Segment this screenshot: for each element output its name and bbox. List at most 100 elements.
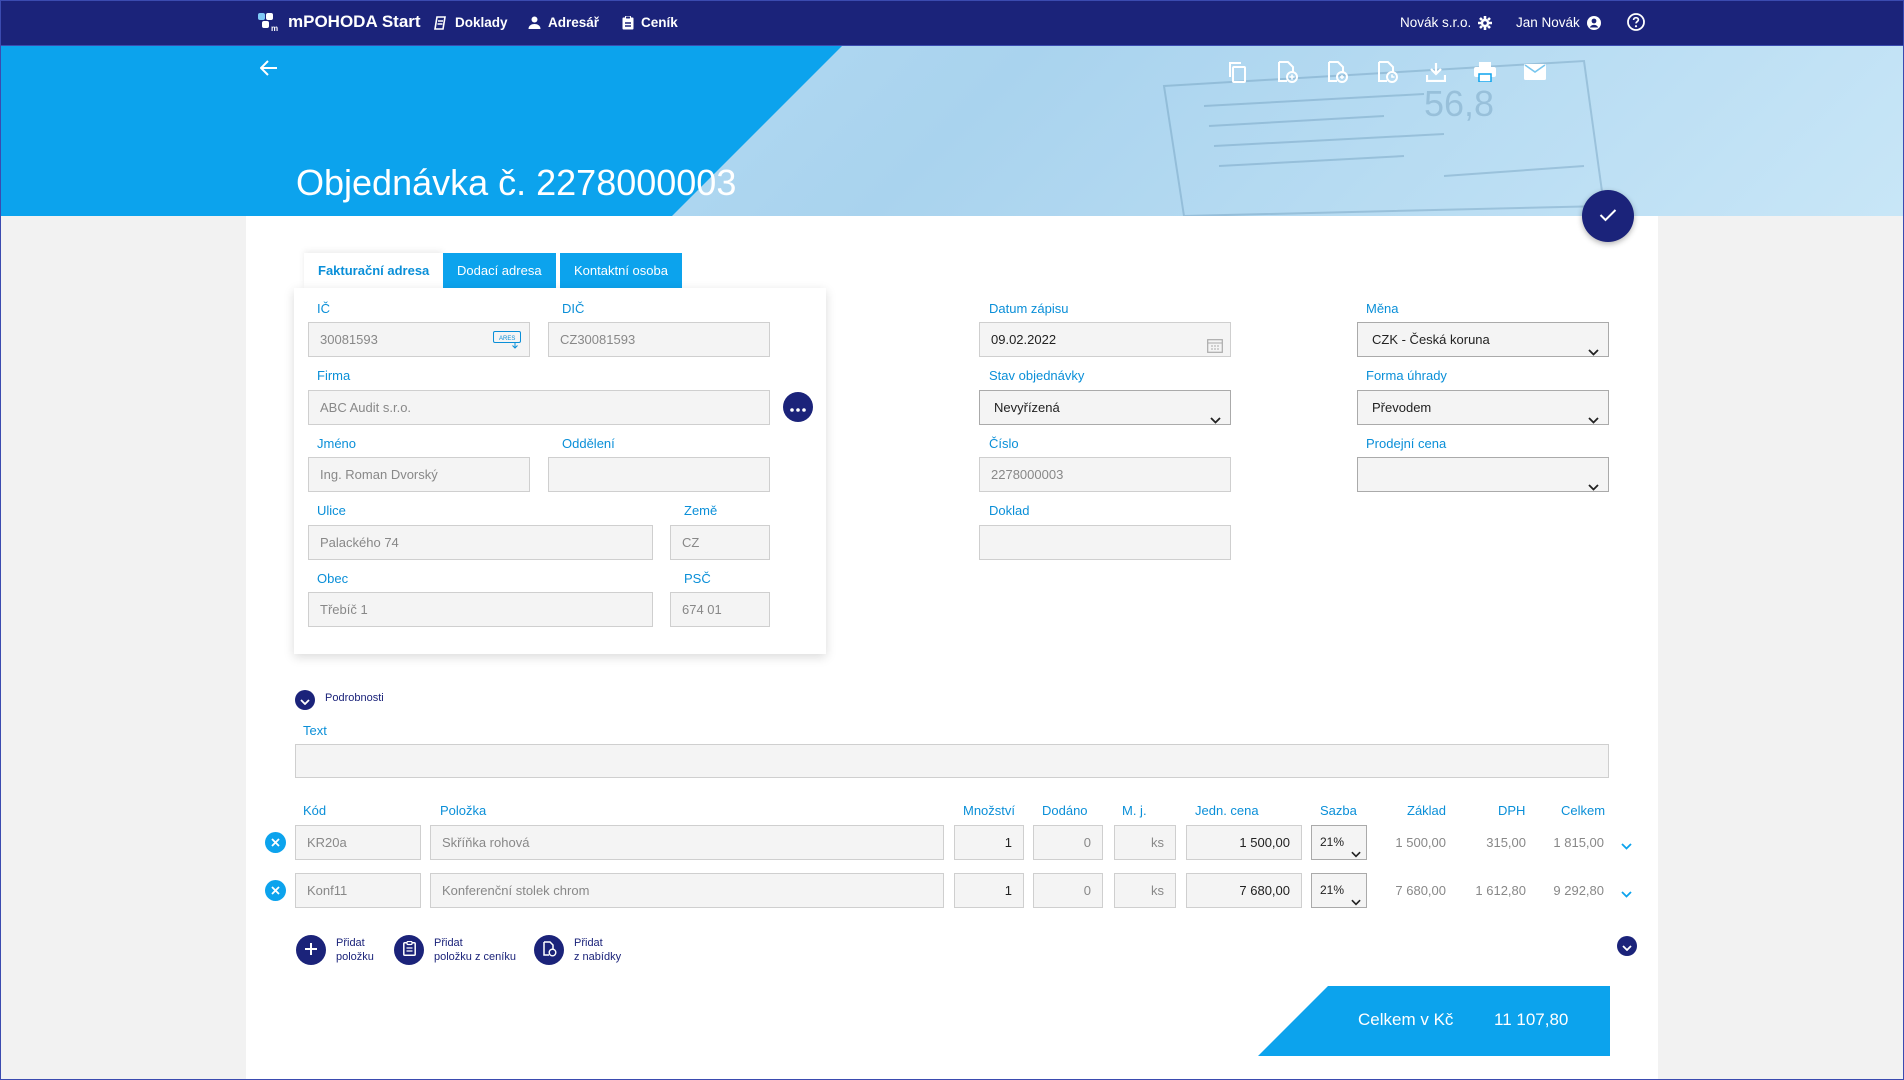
add-pricelist-label-line2: položku z ceníku bbox=[434, 951, 516, 963]
email-button[interactable] bbox=[1521, 58, 1549, 86]
uhrada-label: Forma úhrady bbox=[1366, 368, 1447, 383]
item-mj-input[interactable]: ks bbox=[1114, 873, 1176, 908]
nav-cenik[interactable]: Ceník bbox=[622, 15, 678, 30]
cislo-input[interactable]: 2278000003 bbox=[979, 457, 1231, 492]
chevron-down-icon bbox=[1621, 838, 1632, 853]
help-circle-icon bbox=[1627, 13, 1645, 31]
col-polozka: Položka bbox=[440, 803, 487, 818]
datum-label: Datum zápisu bbox=[989, 301, 1069, 316]
zeme-input[interactable]: CZ bbox=[670, 525, 770, 560]
item-expand-button[interactable] bbox=[1621, 886, 1632, 901]
ulice-input[interactable]: Palackého 74 bbox=[308, 525, 653, 560]
mena-select[interactable]: CZK - Česká koruna bbox=[1357, 322, 1609, 357]
doklad-input[interactable] bbox=[979, 525, 1231, 560]
ares-icon: ARES bbox=[493, 331, 521, 349]
tab-billing-address[interactable]: Fakturační adresa bbox=[304, 253, 444, 289]
calendar-icon[interactable] bbox=[1207, 332, 1223, 356]
firma-input[interactable]: ABC Audit s.r.o. bbox=[308, 390, 770, 425]
plus-icon bbox=[304, 942, 318, 959]
remove-item-button[interactable] bbox=[265, 832, 286, 853]
add-from-offer-button[interactable] bbox=[534, 935, 564, 965]
psc-input[interactable]: 674 01 bbox=[670, 592, 770, 627]
ic-label: IČ bbox=[317, 301, 330, 316]
nav-adresar[interactable]: Adresář bbox=[528, 15, 599, 30]
item-mnozstvi-input[interactable]: 1 bbox=[954, 873, 1024, 908]
arrow-left-icon bbox=[260, 60, 278, 76]
page-title: Objednávka č. 2278000003 bbox=[296, 162, 737, 203]
app-name: mPOHODA Start bbox=[288, 12, 421, 31]
tab-contact-person[interactable]: Kontaktní osoba bbox=[560, 253, 682, 289]
uhrada-select[interactable]: Převodem bbox=[1357, 390, 1609, 425]
datum-input[interactable]: 09.02.2022 bbox=[979, 322, 1231, 357]
ares-lookup-button[interactable]: ARES bbox=[493, 331, 521, 349]
back-button[interactable] bbox=[260, 60, 278, 76]
add-from-pricelist-button[interactable] bbox=[394, 935, 424, 965]
item-sazba-value: 21% bbox=[1320, 883, 1345, 897]
oddeleni-input[interactable] bbox=[548, 457, 770, 492]
item-dodano-input[interactable]: 0 bbox=[1033, 873, 1103, 908]
item-cena-input[interactable]: 7 680,00 bbox=[1186, 873, 1302, 908]
chevron-down-icon bbox=[1588, 470, 1599, 503]
nav-doklady[interactable]: Doklady bbox=[434, 15, 508, 30]
item-mnozstvi-input[interactable]: 1 bbox=[954, 825, 1024, 860]
dic-input[interactable]: CZ30081593 bbox=[548, 322, 770, 357]
confirm-save-button[interactable] bbox=[1582, 190, 1634, 242]
text-input[interactable] bbox=[295, 744, 1609, 778]
document-sync-icon bbox=[1326, 61, 1348, 83]
company-name: Novák s.r.o. bbox=[1400, 15, 1472, 30]
create-invoice-button[interactable] bbox=[1273, 58, 1301, 86]
app-logo[interactable]: m mPOHODA Start bbox=[258, 12, 421, 32]
create-document-button[interactable] bbox=[1323, 58, 1351, 86]
item-sazba-select[interactable]: 21% bbox=[1311, 873, 1367, 908]
company-switch[interactable]: Novák s.r.o. bbox=[1400, 15, 1493, 30]
item-expand-button[interactable] bbox=[1621, 838, 1632, 853]
tab-delivery-address[interactable]: Dodací adresa bbox=[443, 253, 556, 289]
dic-label: DIČ bbox=[562, 301, 585, 316]
stav-label: Stav objednávky bbox=[989, 368, 1085, 383]
help-button[interactable] bbox=[1627, 13, 1645, 31]
page-header: 56,8 Objednávka č. 2278000003 bbox=[0, 46, 1904, 216]
address-book-button[interactable] bbox=[783, 392, 813, 422]
remove-item-button[interactable] bbox=[265, 880, 286, 901]
uhrada-value: Převodem bbox=[1372, 400, 1432, 415]
person-icon bbox=[528, 16, 541, 29]
prodejni-cena-select[interactable] bbox=[1357, 457, 1609, 492]
copy-button[interactable] bbox=[1223, 58, 1251, 86]
nav-doklady-label: Doklady bbox=[455, 15, 508, 30]
item-polozka-input[interactable]: Skříňka rohová bbox=[430, 825, 944, 860]
gear-icon bbox=[1478, 15, 1493, 30]
item-sazba-value: 21% bbox=[1320, 835, 1345, 849]
col-celkem: Celkem bbox=[1561, 803, 1606, 818]
col-jedn-cena: Jedn. cena bbox=[1195, 803, 1259, 818]
document-clock-icon bbox=[1376, 61, 1398, 83]
stav-select[interactable]: Nevyřízená bbox=[979, 390, 1231, 425]
col-zaklad: Základ bbox=[1407, 803, 1447, 818]
item-sazba-select[interactable]: 21% bbox=[1311, 825, 1367, 860]
user-menu[interactable]: Jan Novák bbox=[1516, 15, 1601, 30]
cislo-label: Číslo bbox=[989, 436, 1019, 451]
item-polozka-input[interactable]: Konferenční stolek chrom bbox=[430, 873, 944, 908]
account-circle-icon bbox=[1586, 15, 1601, 30]
jmeno-input[interactable]: Ing. Roman Dvorský bbox=[308, 457, 530, 492]
expand-all-button[interactable] bbox=[1617, 936, 1637, 956]
add-from-pricelist-label: Přidat položku z ceníku bbox=[434, 936, 516, 964]
item-kod-input[interactable]: KR20a bbox=[295, 825, 421, 860]
top-nav: m mPOHODA Start Doklady Adresář Ceník No… bbox=[0, 0, 1904, 46]
details-toggle-button[interactable] bbox=[295, 690, 315, 710]
check-icon bbox=[1599, 208, 1617, 225]
create-delivery-button[interactable] bbox=[1373, 58, 1401, 86]
print-button[interactable] bbox=[1471, 58, 1499, 86]
user-name: Jan Novák bbox=[1516, 15, 1580, 30]
download-button[interactable] bbox=[1422, 58, 1450, 86]
svg-text:56,8: 56,8 bbox=[1424, 83, 1494, 124]
close-icon bbox=[271, 883, 280, 898]
zeme-label: Země bbox=[684, 503, 718, 518]
item-cena-input[interactable]: 1 500,00 bbox=[1186, 825, 1302, 860]
clipboard-list-icon bbox=[402, 940, 416, 959]
item-dodano-input[interactable]: 0 bbox=[1033, 825, 1103, 860]
obec-input[interactable]: Třebíč 1 bbox=[308, 592, 653, 627]
col-sazba: Sazba bbox=[1320, 803, 1357, 818]
add-item-button[interactable] bbox=[296, 935, 326, 965]
item-kod-input[interactable]: Konf11 bbox=[295, 873, 421, 908]
item-mj-input[interactable]: ks bbox=[1114, 825, 1176, 860]
